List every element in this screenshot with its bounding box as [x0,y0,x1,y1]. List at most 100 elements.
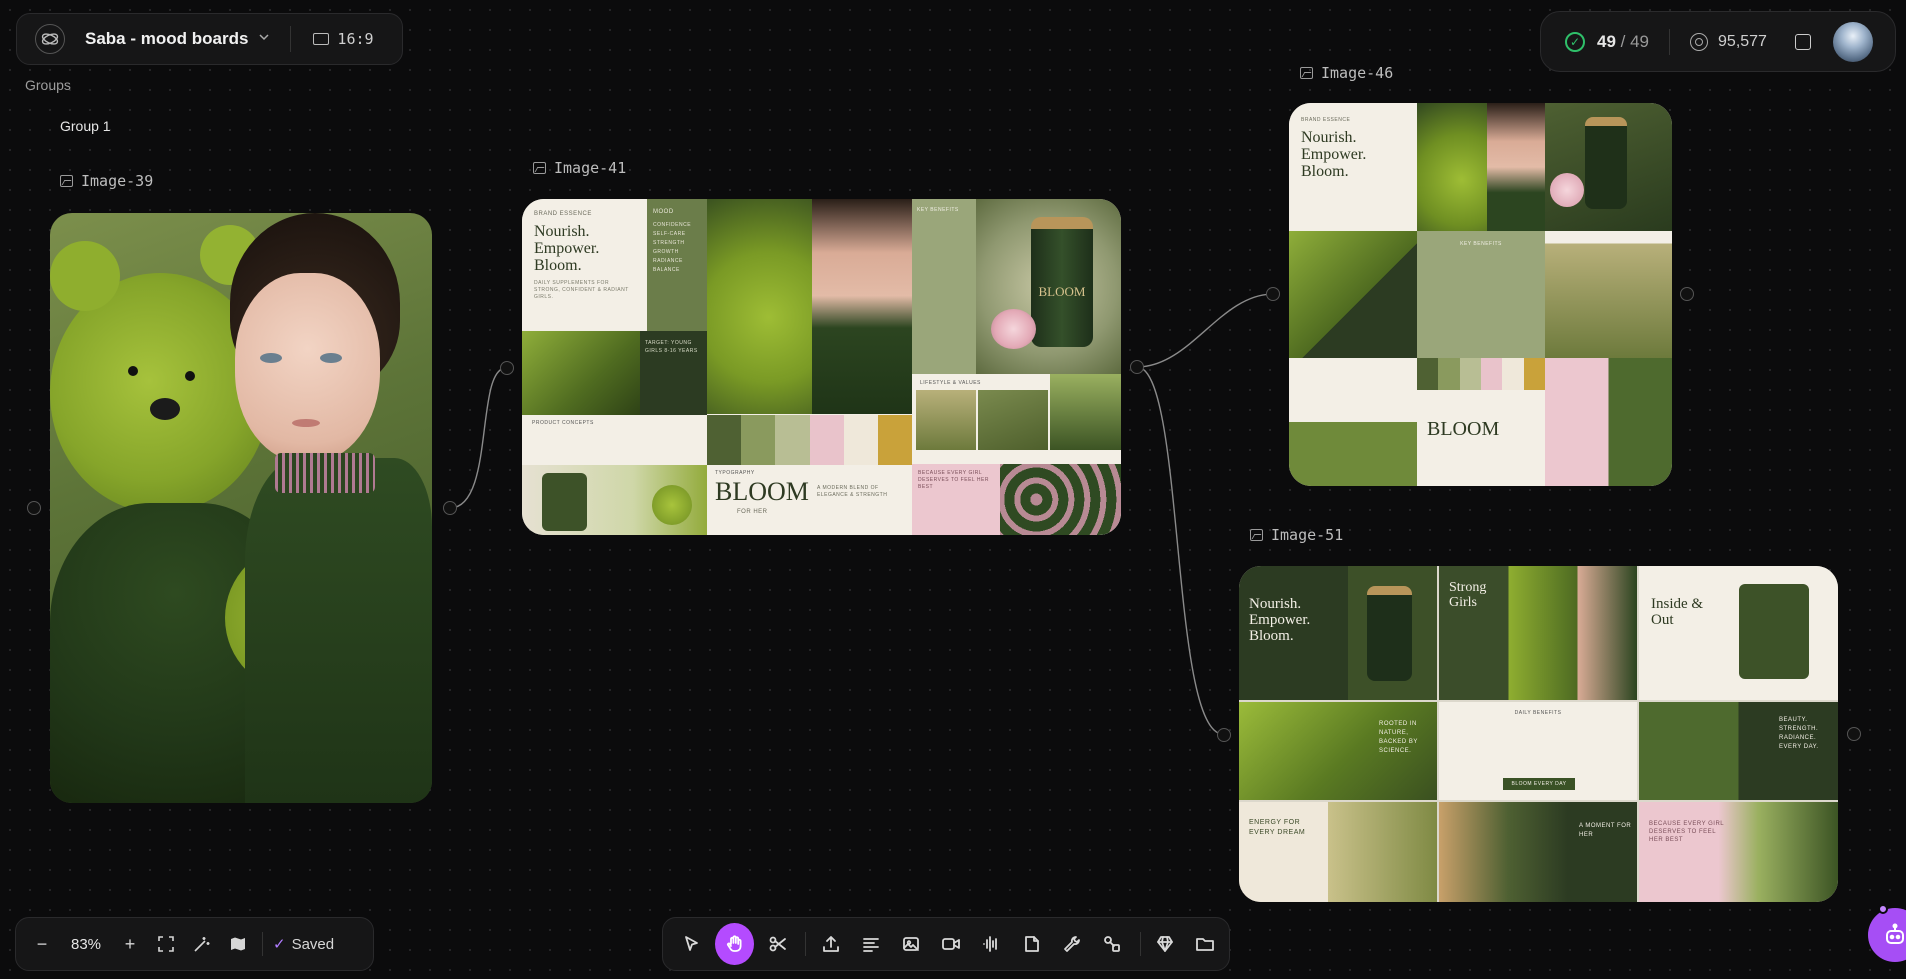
robot-icon [1886,923,1904,944]
connector-41-51 [1136,366,1224,735]
brand-subline: DAILY SUPPLEMENTS FOR STRONG, CONFIDENT … [534,280,629,300]
benefits-panel: DAILY BENEFITS BLOOM EVERY DAY [1439,702,1637,800]
text-align-icon[interactable] [854,926,887,962]
bear-ear [50,241,120,311]
connector-39-41 [449,367,507,509]
image-icon [1250,529,1263,541]
image-51-card[interactable]: Nourish. Empower. Bloom. Strong Girls In… [1239,566,1838,902]
hand-pan-icon[interactable] [715,923,754,965]
key-benefits-label: KEY BENEFITS [1460,241,1502,247]
zoom-out-button[interactable]: − [24,926,60,962]
color-palette [707,415,912,465]
target-label: TARGET: YOUNG GIRLS 8-16 YEARS [645,340,698,354]
audio-wave-icon[interactable] [975,926,1008,962]
bear-nose [150,398,180,420]
done-count: 49 [1597,31,1616,51]
image-46-card[interactable]: BRAND ESSENCE Nourish. Empower. Bloom. K… [1289,103,1672,486]
zoom-in-button[interactable]: + [112,926,148,962]
key-benefits-panel: KEY BENEFITS [912,199,976,374]
swatch-cream [1502,358,1524,390]
swatch-moss [707,415,742,465]
typography-label: TYPOGRAPHY [715,470,755,476]
brand-essence-label: BRAND ESSENCE [534,211,592,217]
swatch-cream [843,415,878,465]
avatar[interactable] [1832,21,1873,62]
swatch-olive [741,415,776,465]
image-41-output-handle[interactable] [1130,360,1144,374]
select-cursor-icon[interactable] [675,926,708,962]
divider [1139,932,1141,956]
image-46-label[interactable]: Image-46 [1300,64,1393,82]
image-39-input-handle[interactable] [27,501,41,515]
check-icon: ✓ [273,936,286,953]
credits-count[interactable]: 95,577 [1718,33,1767,51]
embroidery-photo [1000,464,1121,535]
scissors-icon[interactable] [761,926,794,962]
girl-lips [292,419,320,427]
target-panel: TARGET: YOUNG GIRLS 8-16 YEARS [640,331,707,415]
image-46-input-handle[interactable] [1266,287,1280,301]
inside-out-text: Inside & Out [1651,596,1704,628]
jar-photo [1545,103,1672,231]
diamond-icon[interactable] [1149,926,1182,962]
moment-panel: A MOMENT FOR HER [1439,802,1637,902]
shapes-icon[interactable] [1095,926,1128,962]
journal-photo [978,390,1048,450]
note-icon[interactable] [1015,926,1048,962]
image-51-output-handle[interactable] [1847,727,1861,741]
mood-panel: MOOD CONFIDENCE SELF-CARE STRENGTH GROWT… [647,199,707,331]
for-her-text: FOR HER [737,509,768,515]
map-icon[interactable] [220,926,256,962]
magic-wand-icon[interactable] [184,926,220,962]
bottom-toolbar [662,917,1230,971]
swatch-gold [877,415,912,465]
folder-icon[interactable] [1189,926,1222,962]
image-41-name: Image-41 [554,159,627,177]
image-51-label[interactable]: Image-51 [1250,526,1343,544]
product-concepts-label: PRODUCT CONCEPTS [532,420,594,426]
brand-headline: Nourish. Empower. Bloom. [1301,129,1367,180]
girl-photo [812,199,912,414]
leaf-panel: ROOTED IN NATURE, BACKED BY SCIENCE. [1239,702,1437,800]
image-icon[interactable] [894,926,927,962]
saved-label: Saved [291,935,335,953]
brand-essence-label: BRAND ESSENCE [1301,117,1351,123]
mood-label: MOOD [653,209,674,215]
save-status: ✓ Saved [273,935,335,954]
image-icon [60,175,73,187]
notification-dot [1878,904,1888,914]
bloom-wordmark: BLOOM [1427,418,1500,440]
fit-screen-icon[interactable] [148,926,184,962]
image-51-input-handle[interactable] [1217,728,1231,742]
energy-text: ENERGY FOR EVERY DREAM [1249,819,1306,836]
image-41-label[interactable]: Image-41 [533,159,626,177]
rooted-text: ROOTED IN NATURE, BACKED BY SCIENCE. [1379,721,1418,754]
supplement-pouch [1739,584,1809,679]
brand-essence-panel: BRAND ESSENCE Nourish. Empower. Bloom. D… [522,199,647,331]
lifestyle-label: LIFESTYLE & VALUES [920,380,981,386]
image-41-input-handle[interactable] [500,361,514,375]
swatch-olive [1438,358,1460,390]
external-link-icon[interactable] [1794,33,1811,50]
image-46-output-handle[interactable] [1680,287,1694,301]
image-39-card[interactable] [50,213,432,803]
image-46-name: Image-46 [1321,64,1394,82]
upload-icon[interactable] [814,926,847,962]
image-41-card[interactable]: BRAND ESSENCE Nourish. Empower. Bloom. D… [522,199,1121,535]
video-icon[interactable] [935,926,968,962]
image-39-output-handle[interactable] [443,501,457,515]
bear-girl-photo [1417,103,1545,231]
check-circle-icon: ✓ [1565,31,1585,52]
lifestyle-photo [1545,231,1672,358]
leaf-photo [522,331,640,415]
bear-eye [128,366,138,376]
zoom-level[interactable]: 83% [60,936,112,953]
hero-panel: Nourish. Empower. Bloom. [1239,566,1437,700]
lifestyle-panel: LIFESTYLE & VALUES BECAUSE EVERY GIRL DE… [912,374,1121,535]
deserves-text: BECAUSE EVERY GIRL DESERVES TO FEEL HER … [1649,821,1724,843]
wrench-icon[interactable] [1055,926,1088,962]
hero-headline: Nourish. Empower. Bloom. [1249,596,1311,644]
image-39-label[interactable]: Image-39 [60,172,153,190]
tagline-panel: BECAUSE EVERY GIRL DESERVES TO FEEL HER … [912,464,1000,535]
image-39-name: Image-39 [81,172,154,190]
